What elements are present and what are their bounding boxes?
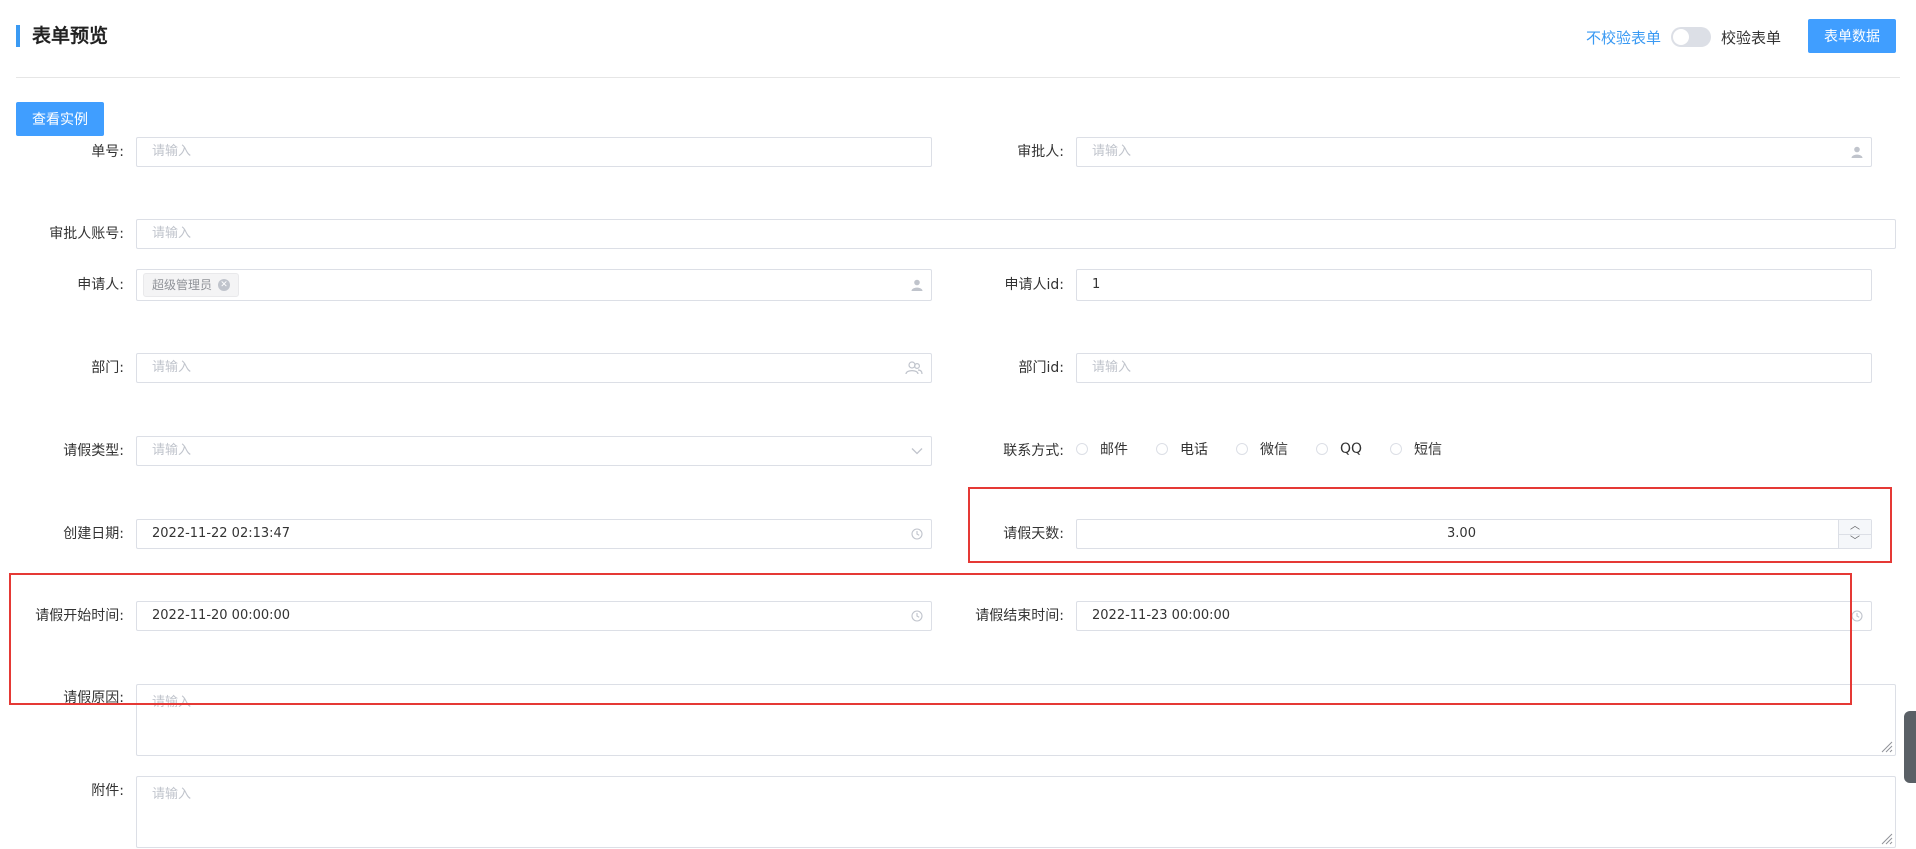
department-input[interactable]: 请输入: [136, 353, 932, 383]
radio-email[interactable]: 邮件: [1076, 439, 1128, 459]
created-date-value: 2022-11-22 02:13:47: [152, 526, 291, 541]
radio-wechat[interactable]: 微信: [1236, 439, 1288, 459]
radio-circle[interactable]: [1156, 443, 1168, 455]
radio-circle[interactable]: [1316, 443, 1328, 455]
department-label: 部门:: [91, 360, 124, 376]
leave-type-label: 请假类型:: [63, 443, 124, 459]
applicant-tag: 超级管理员 ✕: [143, 273, 240, 297]
radio-circle[interactable]: [1076, 443, 1088, 455]
approver-label: 审批人:: [1017, 144, 1064, 160]
applicant-select[interactable]: 超级管理员 ✕: [136, 269, 932, 301]
radio-label: QQ: [1340, 441, 1363, 457]
radio-label: 微信: [1260, 442, 1288, 458]
contact-radio-group: 邮件 电话 微信 QQ 短信: [1076, 433, 1470, 465]
validate-switch[interactable]: [1671, 27, 1712, 47]
highlight-box-leave-period: [9, 573, 1852, 705]
applicant-label: 申请人:: [77, 277, 124, 293]
resize-handle-icon[interactable]: [1879, 831, 1893, 845]
leave-type-select[interactable]: 请输入: [136, 436, 932, 466]
radio-label: 电话: [1180, 442, 1208, 458]
contact-label: 联系方式:: [1003, 443, 1064, 459]
clock-icon[interactable]: [1851, 602, 1863, 630]
applicant-id-label: 申请人id:: [1004, 277, 1065, 293]
approver-account-input[interactable]: 请输入: [136, 219, 1896, 249]
radio-phone[interactable]: 电话: [1156, 439, 1208, 459]
attachment-label: 附件:: [91, 783, 124, 799]
created-date-label: 创建日期:: [63, 526, 124, 542]
radio-label: 短信: [1414, 442, 1443, 458]
radio-sms[interactable]: 短信: [1390, 439, 1442, 459]
radio-circle[interactable]: [1236, 443, 1248, 455]
approver-account-label: 审批人账号:: [49, 226, 124, 242]
radio-circle[interactable]: [1390, 443, 1403, 455]
no-validate-label[interactable]: 不校验表单: [1586, 27, 1661, 48]
view-example-button[interactable]: 查看实例: [16, 102, 104, 136]
attachment-textarea[interactable]: 请输入: [136, 776, 1896, 848]
leave-type-placeholder: 请输入: [152, 443, 192, 458]
title-accent-bar: [16, 25, 20, 47]
approver-input[interactable]: 请输入: [1076, 137, 1872, 167]
floating-side-widget[interactable]: [1904, 711, 1916, 783]
clock-icon[interactable]: [911, 520, 923, 548]
department-id-input[interactable]: 请输入: [1076, 353, 1872, 383]
tag-close-icon[interactable]: ✕: [218, 279, 231, 291]
approver-placeholder: 请输入: [1092, 144, 1132, 159]
department-id-label: 部门id:: [1018, 360, 1065, 376]
resize-handle-icon[interactable]: [1879, 739, 1893, 753]
applicant-tag-label: 超级管理员: [152, 278, 213, 292]
form-data-button[interactable]: 表单数据: [1808, 19, 1896, 53]
order-no-label: 单号:: [91, 144, 124, 160]
applicant-id-input[interactable]: 1: [1076, 269, 1872, 301]
chevron-down-icon[interactable]: [911, 437, 923, 465]
switch-knob: [1673, 29, 1690, 45]
validation-toggle-group: 不校验表单 校验表单: [1586, 22, 1781, 52]
header-divider: [16, 77, 1900, 78]
approver-account-placeholder: 请输入: [152, 226, 192, 241]
page-title: 表单预览: [32, 25, 109, 47]
radio-qq[interactable]: QQ: [1316, 441, 1362, 457]
user-icon[interactable]: [911, 270, 923, 300]
created-date-picker[interactable]: 2022-11-22 02:13:47: [136, 519, 932, 549]
user-icon[interactable]: [1851, 138, 1863, 166]
attachment-placeholder: 请输入: [152, 787, 192, 802]
department-id-placeholder: 请输入: [1092, 360, 1132, 375]
order-no-input[interactable]: 请输入: [136, 137, 932, 167]
order-no-placeholder: 请输入: [152, 144, 192, 159]
highlight-box-leave-days: [968, 487, 1892, 563]
department-placeholder: 请输入: [152, 360, 192, 375]
radio-label: 邮件: [1100, 442, 1128, 458]
validate-label[interactable]: 校验表单: [1721, 27, 1781, 48]
users-icon[interactable]: [905, 354, 923, 382]
